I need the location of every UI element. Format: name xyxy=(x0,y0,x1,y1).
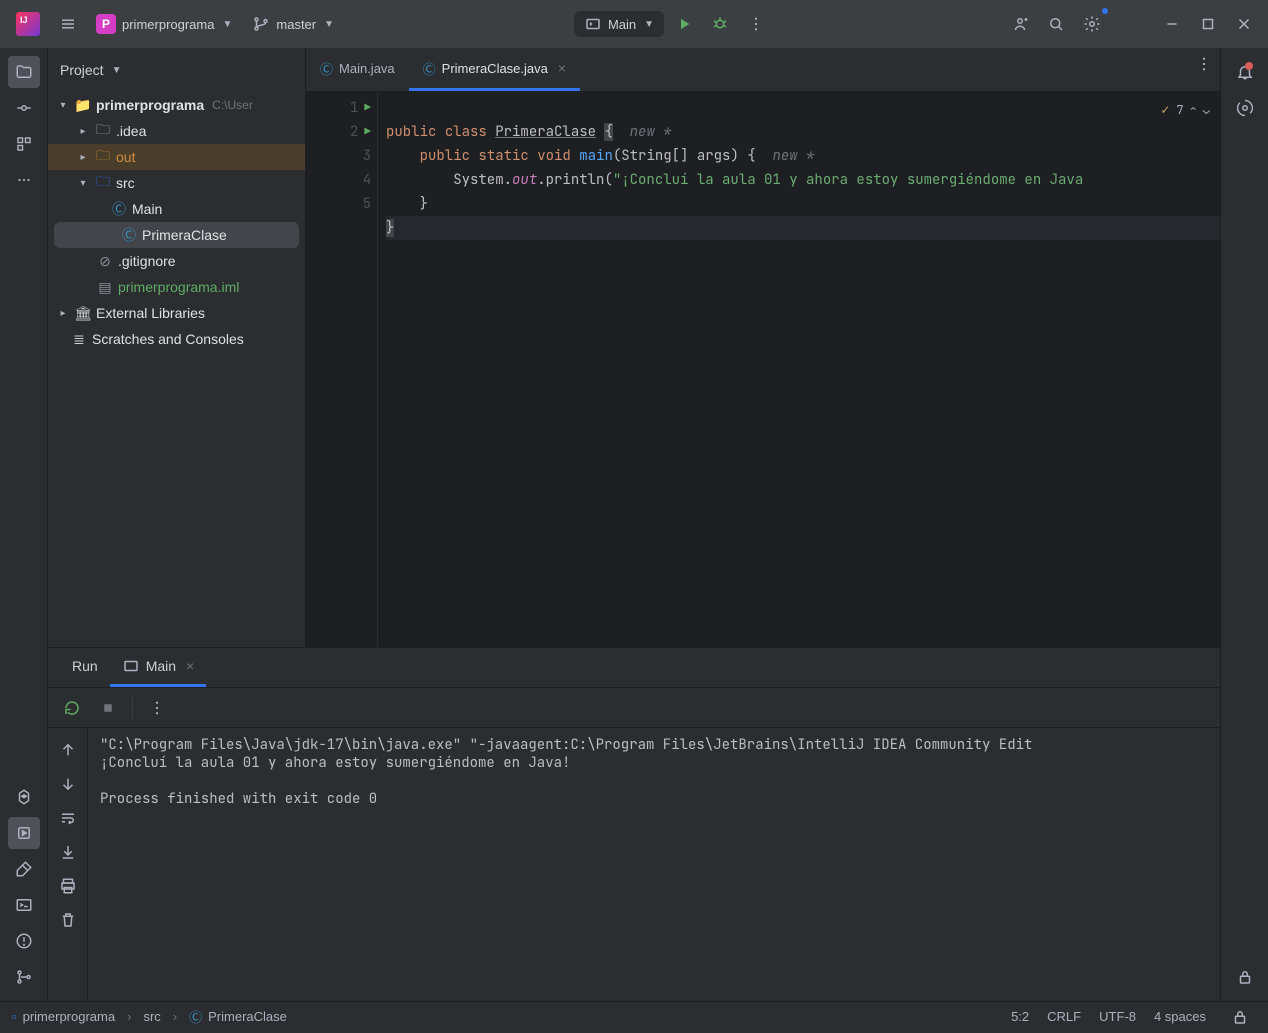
titlebar: P primerprograma ▼ master ▼ Main ▼ xyxy=(0,0,1268,48)
editor-area: Ⓒ Main.java Ⓒ PrimeraClase.java × xyxy=(306,48,1220,647)
chevron-down-icon: ⌄ xyxy=(1203,98,1210,122)
git-branch-switcher[interactable]: master ▼ xyxy=(244,11,342,37)
tree-root[interactable]: ▾ 📁 primerprograma C:\User xyxy=(48,92,305,118)
run-config-name: Main xyxy=(608,17,636,32)
search-icon[interactable] xyxy=(1040,8,1072,40)
breadcrumb[interactable]: ▫ primerprograma › src › Ⓒ PrimeraClase xyxy=(12,1007,287,1026)
more-actions-icon[interactable] xyxy=(740,8,772,40)
chevron-down-icon: ▼ xyxy=(644,19,654,30)
statusbar: ▫ primerprograma › src › Ⓒ PrimeraClase … xyxy=(0,1001,1268,1031)
soft-wrap-icon[interactable] xyxy=(52,802,84,834)
tree-external-libs[interactable]: ▸🏛 External Libraries xyxy=(48,300,305,326)
project-letter-icon: P xyxy=(96,14,116,34)
tree-file-primera[interactable]: Ⓒ PrimeraClase xyxy=(54,222,299,248)
lock-icon[interactable] xyxy=(1229,961,1261,993)
tree-file-gitignore[interactable]: ⊘ .gitignore xyxy=(48,248,305,274)
code-with-me-icon[interactable] xyxy=(1004,8,1036,40)
run-panel: Run Main × xyxy=(48,648,1220,1001)
tree-folder-src[interactable]: ▾🗀 src xyxy=(48,170,305,196)
java-class-icon: Ⓒ xyxy=(320,59,333,78)
editor-body[interactable]: 1 ▶ 2 ▶ 3 4 5 public class PrimeraClase … xyxy=(306,92,1220,647)
services-tool-icon[interactable] xyxy=(8,781,40,813)
editor-gutter: 1 ▶ 2 ▶ 3 4 5 xyxy=(306,92,378,647)
console-output[interactable]: "C:\Program Files\Java\jdk-17\bin\java.e… xyxy=(88,728,1220,1001)
stop-button[interactable] xyxy=(92,692,124,724)
run-toolbar xyxy=(48,688,1220,728)
branch-name: master xyxy=(276,17,316,32)
file-encoding[interactable]: UTF-8 xyxy=(1099,1009,1136,1024)
project-tree: ▾ 📁 primerprograma C:\User ▸🗀 .idea ▸🗀 o… xyxy=(48,92,305,647)
project-panel-header[interactable]: Project ▼ xyxy=(48,48,305,92)
run-button[interactable] xyxy=(668,8,700,40)
build-tool-icon[interactable] xyxy=(8,853,40,885)
rerun-button[interactable] xyxy=(56,692,88,724)
tree-folder-out[interactable]: ▸🗀 out xyxy=(48,144,305,170)
print-icon[interactable] xyxy=(52,870,84,902)
gutter-run-icon[interactable]: ▶ xyxy=(364,96,371,120)
close-icon[interactable] xyxy=(1228,8,1260,40)
ai-assistant-icon[interactable] xyxy=(1229,92,1261,124)
cursor-position[interactable]: 5:2 xyxy=(1011,1009,1029,1024)
readonly-lock-icon[interactable] xyxy=(1224,1001,1256,1033)
debug-button[interactable] xyxy=(704,8,736,40)
scroll-up-icon[interactable] xyxy=(52,734,84,766)
run-tab-main[interactable]: Main × xyxy=(110,648,207,687)
project-tool-icon[interactable] xyxy=(8,56,40,88)
tab-main-java[interactable]: Ⓒ Main.java xyxy=(306,48,409,91)
problems-tool-icon[interactable] xyxy=(8,925,40,957)
center-column: Project ▼ ▾ 📁 primerprograma C:\User ▸🗀 … xyxy=(48,48,1220,1001)
chevron-down-icon: ▼ xyxy=(324,19,334,30)
gutter-run-icon[interactable]: ▶ xyxy=(364,120,371,144)
run-more-icon[interactable] xyxy=(141,692,173,724)
tab-primera-java[interactable]: Ⓒ PrimeraClase.java × xyxy=(409,48,580,91)
vcs-tool-icon[interactable] xyxy=(8,961,40,993)
indent-setting[interactable]: 4 spaces xyxy=(1154,1009,1206,1024)
project-switcher[interactable]: P primerprograma ▼ xyxy=(88,10,240,38)
tree-file-iml[interactable]: ▤ primerprograma.iml xyxy=(48,274,305,300)
hamburger-icon[interactable] xyxy=(52,8,84,40)
notifications-icon[interactable] xyxy=(1229,56,1261,88)
structure-tool-icon[interactable] xyxy=(8,128,40,160)
project-panel-title: Project xyxy=(60,62,104,78)
terminal-tool-icon[interactable] xyxy=(8,889,40,921)
maximize-icon[interactable] xyxy=(1192,8,1224,40)
close-tab-icon[interactable]: × xyxy=(558,60,566,76)
editor-tabs: Ⓒ Main.java Ⓒ PrimeraClase.java × xyxy=(306,48,1220,92)
project-name: primerprograma xyxy=(122,17,214,32)
run-tabs: Run Main × xyxy=(48,648,1220,688)
commit-tool-icon[interactable] xyxy=(8,92,40,124)
chevron-down-icon: ▼ xyxy=(112,65,122,76)
run-config-selector[interactable]: Main ▼ xyxy=(574,11,664,37)
line-separator[interactable]: CRLF xyxy=(1047,1009,1081,1024)
code-content[interactable]: public class PrimeraClase { new * public… xyxy=(378,92,1220,647)
inspection-widget[interactable]: ✓ 7 ⌃ ⌄ xyxy=(1160,98,1210,122)
run-label: Run xyxy=(60,648,110,687)
run-sidebar xyxy=(48,728,88,1001)
editor-more-icon[interactable] xyxy=(1188,48,1220,80)
scroll-to-end-icon[interactable] xyxy=(52,836,84,868)
left-tool-rail xyxy=(0,48,48,1001)
settings-icon[interactable] xyxy=(1076,8,1108,40)
java-class-icon: Ⓒ xyxy=(423,59,436,78)
run-tool-icon[interactable] xyxy=(8,817,40,849)
project-panel: Project ▼ ▾ 📁 primerprograma C:\User ▸🗀 … xyxy=(48,48,306,647)
tree-folder-idea[interactable]: ▸🗀 .idea xyxy=(48,118,305,144)
warning-check-icon: ✓ xyxy=(1160,98,1170,122)
java-class-icon: Ⓒ xyxy=(189,1007,202,1026)
right-tool-rail xyxy=(1220,48,1268,1001)
minimize-icon[interactable] xyxy=(1156,8,1188,40)
clear-icon[interactable] xyxy=(52,904,84,936)
close-tab-icon[interactable]: × xyxy=(186,658,194,674)
tree-scratches[interactable]: ≣ Scratches and Consoles xyxy=(48,326,305,352)
more-tool-icon[interactable] xyxy=(8,164,40,196)
tree-file-main[interactable]: Ⓒ Main xyxy=(48,196,305,222)
app-logo xyxy=(16,12,40,36)
scroll-down-icon[interactable] xyxy=(52,768,84,800)
chevron-down-icon: ▼ xyxy=(222,19,232,30)
main-area: Project ▼ ▾ 📁 primerprograma C:\User ▸🗀 … xyxy=(0,48,1268,1001)
chevron-up-icon: ⌃ xyxy=(1190,98,1197,122)
